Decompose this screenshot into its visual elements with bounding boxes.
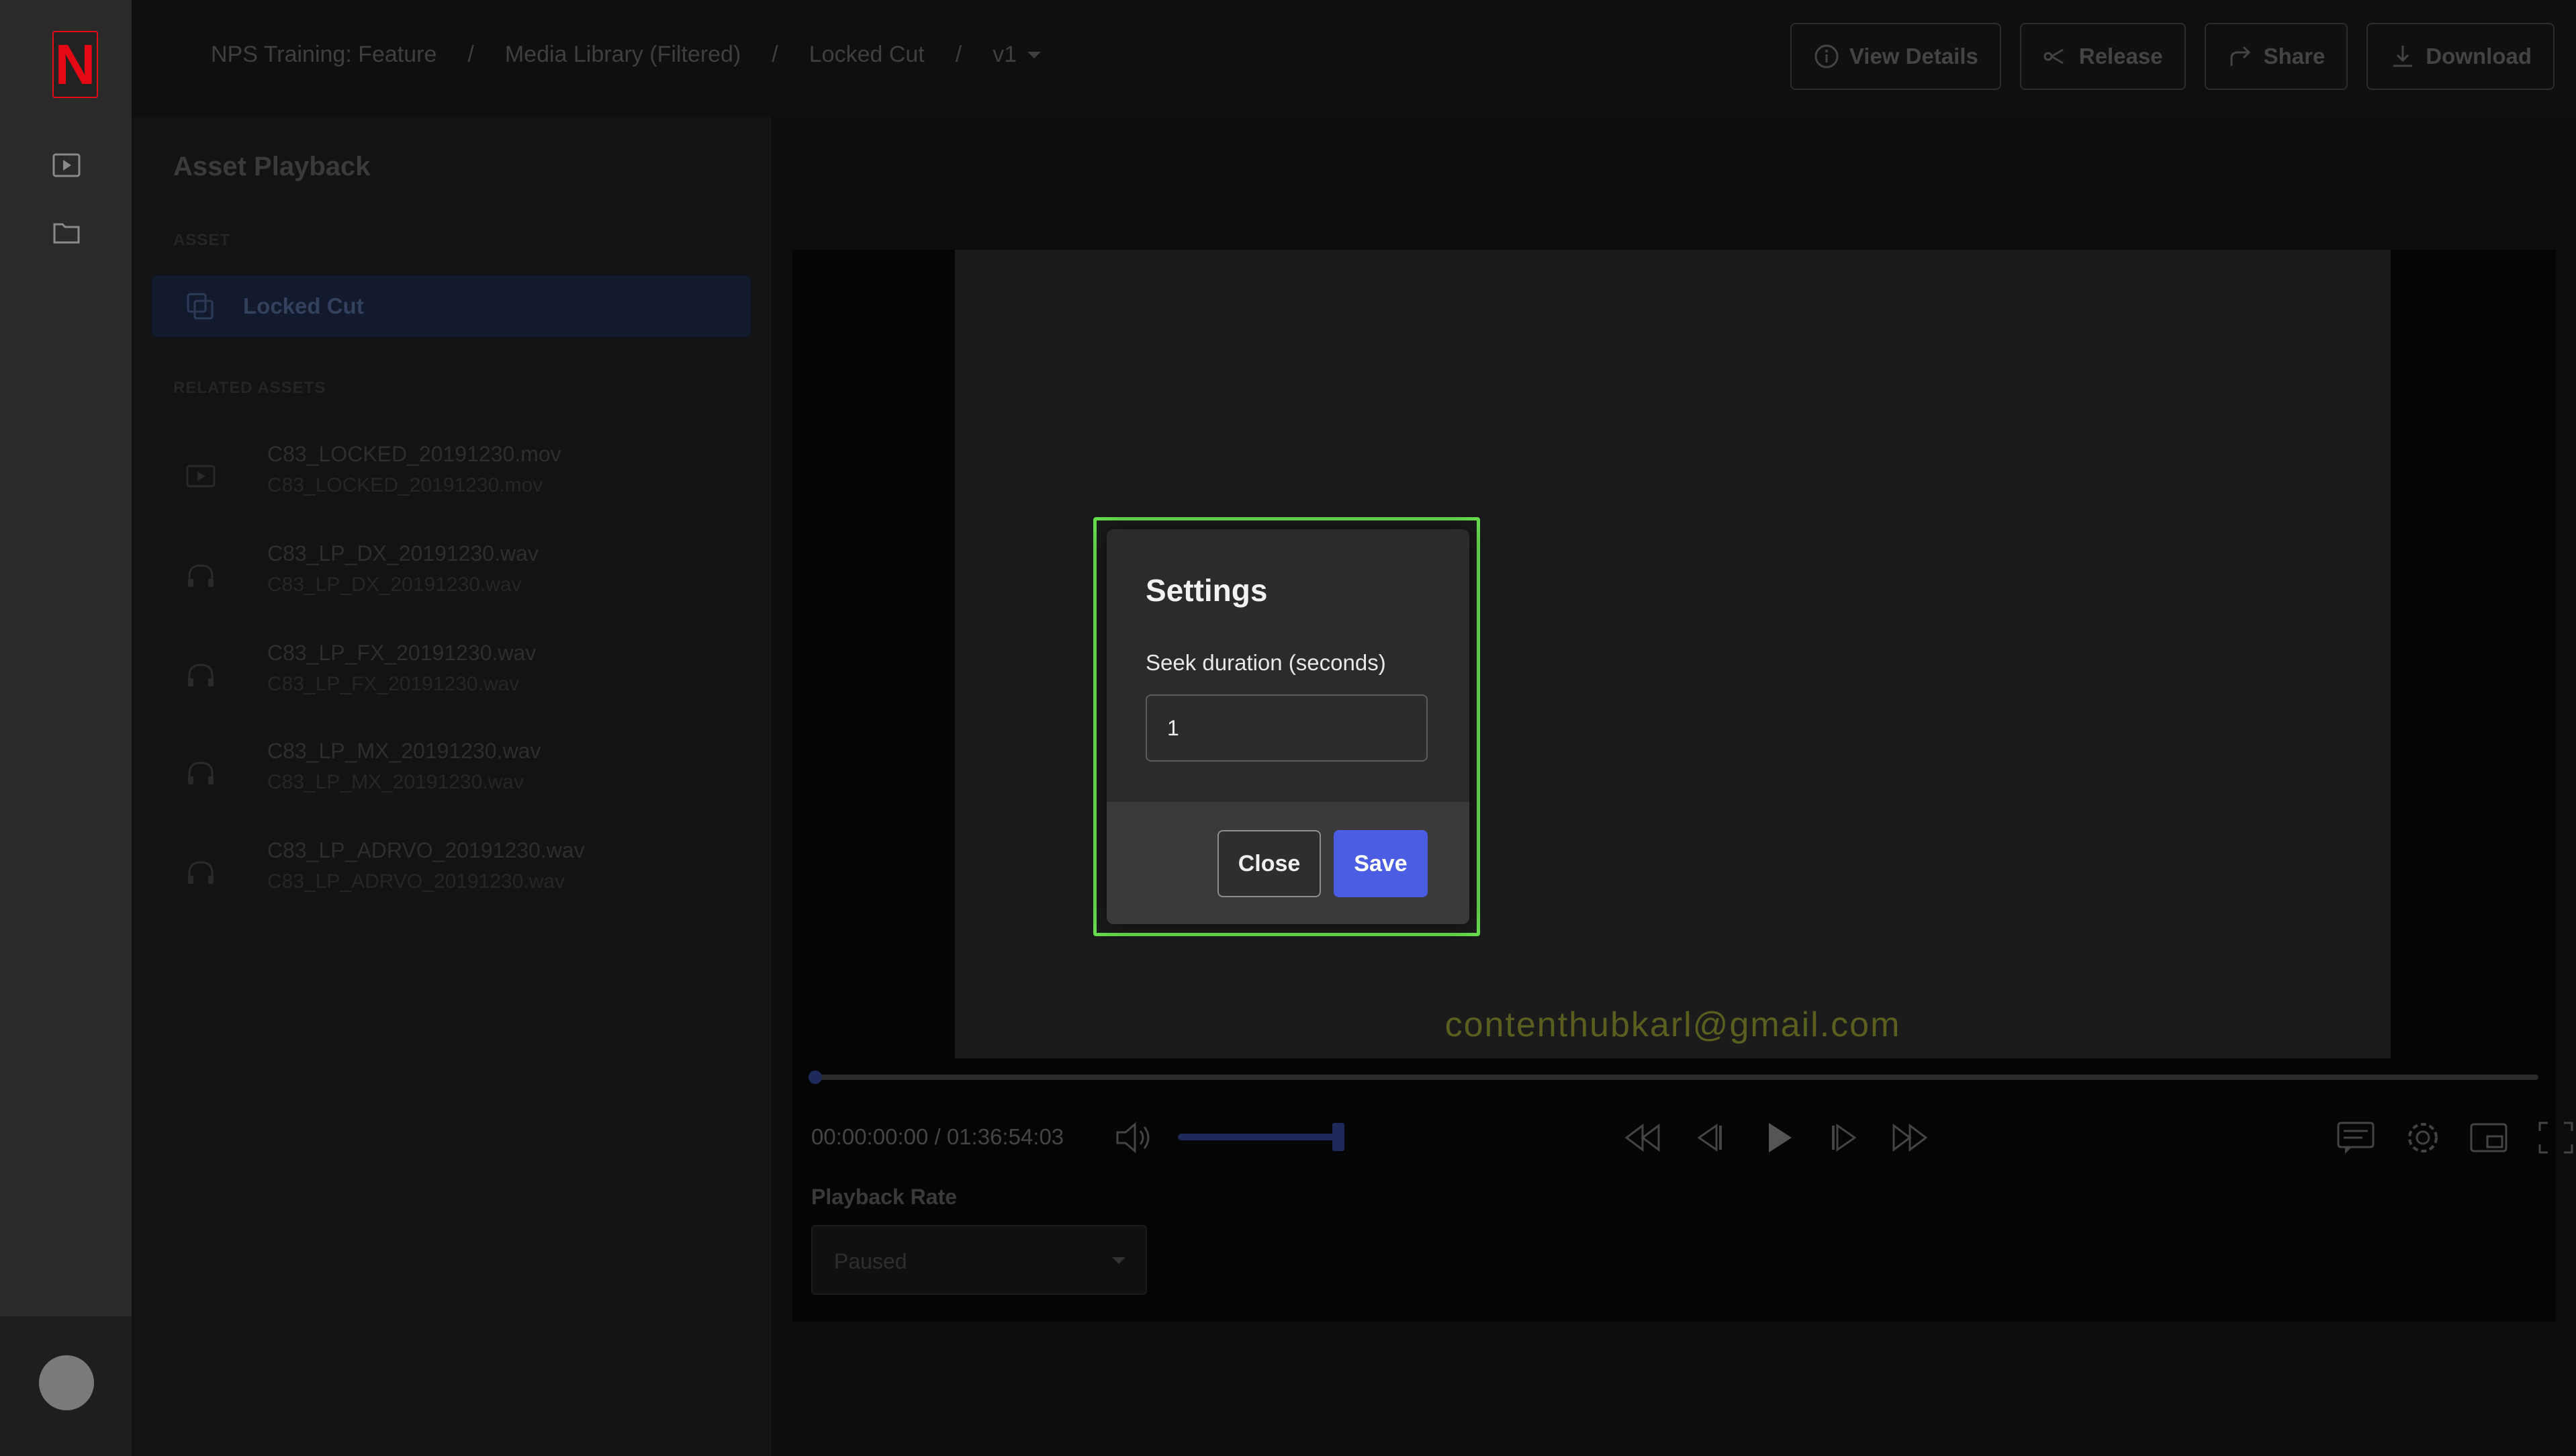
related-asset-file: C83_LP_MX_20191230.wav	[267, 771, 524, 793]
volume-handle[interactable]	[1332, 1123, 1344, 1151]
playback-rate-label: Playback Rate	[811, 1185, 958, 1209]
fullscreen-icon[interactable]	[2536, 1119, 2576, 1156]
seek-duration-input[interactable]	[1146, 694, 1428, 762]
headphones-icon	[188, 664, 214, 686]
headphones-icon	[188, 861, 214, 884]
info-icon	[1814, 44, 1839, 69]
top-bar: NPS Training: Feature / Media Library (F…	[132, 0, 2576, 117]
related-asset-name: C83_LP_ADRVO_20191230.wav	[267, 838, 585, 862]
breadcrumb-separator: /	[955, 42, 962, 67]
related-asset-item[interactable]: C83_LOCKED_20191230.mov C83_LOCKED_20191…	[152, 437, 751, 517]
related-asset-file: C83_LOCKED_20191230.mov	[267, 474, 543, 496]
download-label: Download	[2426, 44, 2532, 69]
left-rail: N	[0, 0, 132, 1456]
player-controls: 00:00:00:00 / 01:36:54:03	[811, 1104, 2573, 1171]
volume-slider[interactable]	[1178, 1134, 1338, 1140]
related-asset-file: C83_LP_DX_20191230.wav	[267, 574, 522, 596]
related-asset-name: C83_LP_MX_20191230.wav	[267, 739, 541, 763]
release-icon	[2043, 48, 2064, 64]
user-area	[0, 1316, 132, 1456]
chevron-down-icon	[1112, 1257, 1125, 1264]
settings-modal: Settings Seek duration (seconds) Close S…	[1107, 529, 1469, 924]
related-section-label: RELATED ASSETS	[173, 379, 326, 397]
panel-title: Asset Playback	[173, 152, 371, 181]
playback-rate-select[interactable]: Paused	[811, 1225, 1147, 1295]
seek-duration-label: Seek duration (seconds)	[1146, 650, 1386, 675]
release-button[interactable]: Release	[2019, 23, 2186, 90]
related-asset-name: C83_LOCKED_20191230.mov	[267, 442, 561, 466]
asset-panel: Asset Playback ASSET Locked Cut RELATED …	[132, 117, 771, 1456]
watermark: contenthubkarl@gmail.com	[1444, 1005, 1901, 1044]
related-asset-name: C83_LP_DX_20191230.wav	[267, 541, 539, 565]
view-details-button[interactable]: View Details	[1790, 23, 2001, 90]
fast-rewind-icon[interactable]	[1622, 1119, 1663, 1156]
related-asset-file: C83_LP_FX_20191230.wav	[267, 673, 520, 695]
playback-rate-value: Paused	[834, 1249, 907, 1273]
fast-forward-icon[interactable]	[1890, 1119, 1930, 1156]
timecode: 00:00:00:00 / 01:36:54:03	[811, 1124, 1064, 1149]
modal-footer: Close Save	[1107, 802, 1469, 924]
captions-icon[interactable]	[2336, 1119, 2376, 1156]
download-button[interactable]: Download	[2366, 23, 2555, 90]
video-icon	[186, 465, 216, 488]
headphones-icon	[188, 762, 214, 784]
chevron-down-icon	[1027, 51, 1042, 58]
asset-copy-icon	[187, 293, 214, 320]
version-dropdown[interactable]: v1	[993, 42, 1042, 68]
release-label: Release	[2078, 44, 2163, 69]
picture-in-picture-icon[interactable]	[2469, 1119, 2509, 1156]
asset-section-label: ASSET	[173, 231, 231, 249]
video-player: contenthubkarl@gmail.com 00:00:00:00 / 0…	[792, 250, 2573, 1322]
seek-bar[interactable]	[809, 1071, 2538, 1084]
related-asset-item[interactable]: C83_LP_MX_20191230.wav C83_LP_MX_2019123…	[152, 733, 751, 814]
share-label: Share	[2263, 44, 2326, 69]
related-asset-item[interactable]: C83_LP_DX_20191230.wav C83_LP_DX_2019123…	[152, 536, 751, 617]
app-root: N NPS Training: Feature / Media Library …	[0, 0, 2576, 1456]
related-asset-item[interactable]: C83_LP_FX_20191230.wav C83_LP_FX_2019123…	[152, 635, 751, 716]
step-forward-icon[interactable]	[1824, 1119, 1864, 1156]
volume-icon[interactable]	[1115, 1119, 1156, 1156]
player-area: contenthubkarl@gmail.com 00:00:00:00 / 0…	[772, 117, 2576, 1456]
avatar[interactable]	[39, 1355, 94, 1410]
breadcrumb: NPS Training: Feature / Media Library (F…	[211, 42, 1042, 68]
gear-icon[interactable]	[2403, 1119, 2443, 1156]
action-buttons: View Details Release Share Download	[1790, 23, 2555, 90]
play-icon[interactable]	[1758, 1119, 1798, 1156]
netflix-logo[interactable]: N	[52, 31, 98, 98]
breadcrumb-project[interactable]: NPS Training: Feature	[211, 42, 436, 68]
download-icon	[2393, 46, 2413, 67]
related-asset-name: C83_LP_FX_20191230.wav	[267, 641, 537, 665]
view-details-label: View Details	[1849, 44, 1978, 69]
share-button[interactable]: Share	[2204, 23, 2348, 90]
breadcrumb-separator: /	[467, 42, 474, 67]
headphones-icon	[188, 564, 214, 587]
close-button[interactable]: Close	[1217, 830, 1321, 897]
related-asset-item[interactable]: C83_LP_ADRVO_20191230.wav C83_LP_ADRVO_2…	[152, 833, 751, 913]
breadcrumb-asset[interactable]: Locked Cut	[809, 42, 925, 68]
save-button[interactable]: Save	[1334, 830, 1428, 897]
share-icon	[2230, 46, 2250, 66]
breadcrumb-separator: /	[772, 42, 778, 67]
version-label: v1	[993, 42, 1017, 67]
selected-asset-label: Locked Cut	[243, 293, 364, 318]
step-back-icon[interactable]	[1690, 1119, 1730, 1156]
folder-icon[interactable]	[52, 220, 81, 244]
selected-asset-item[interactable]: Locked Cut	[152, 275, 751, 337]
breadcrumb-library[interactable]: Media Library (Filtered)	[505, 42, 741, 68]
seek-handle[interactable]	[809, 1071, 822, 1084]
related-asset-file: C83_LP_ADRVO_20191230.wav	[267, 870, 565, 893]
player-icon[interactable]	[52, 153, 81, 177]
modal-title: Settings	[1146, 573, 1268, 608]
